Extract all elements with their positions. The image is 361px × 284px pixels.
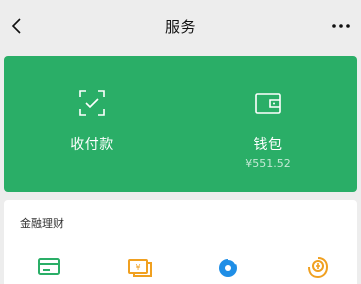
wallet-balance: ¥551.52 [245, 157, 291, 170]
payment-wallet-card: 收付款 钱包 ¥551.52 [4, 56, 357, 192]
top-bar: 服务 [0, 0, 361, 54]
page-title: 服务 [164, 18, 196, 36]
yuan-bill-icon[interactable]: ¥ [128, 256, 152, 278]
blue-circle-icon[interactable] [217, 256, 239, 278]
receive-pay-button[interactable]: 收付款 [4, 56, 180, 192]
receive-pay-label: 收付款 [70, 137, 114, 153]
wallet-icon [254, 89, 282, 117]
more-icon[interactable] [329, 16, 353, 36]
wallet-button[interactable]: 钱包 ¥551.52 [180, 56, 356, 192]
section-title: 金融理财 [20, 217, 64, 230]
svg-text:¥: ¥ [135, 263, 140, 272]
wallet-label: 钱包 [253, 137, 283, 153]
gold-coin-icon[interactable] [307, 256, 329, 279]
scan-check-icon [78, 89, 106, 117]
finance-panel: 金融理财 ¥ [4, 200, 357, 284]
credit-card-icon[interactable] [38, 256, 60, 278]
